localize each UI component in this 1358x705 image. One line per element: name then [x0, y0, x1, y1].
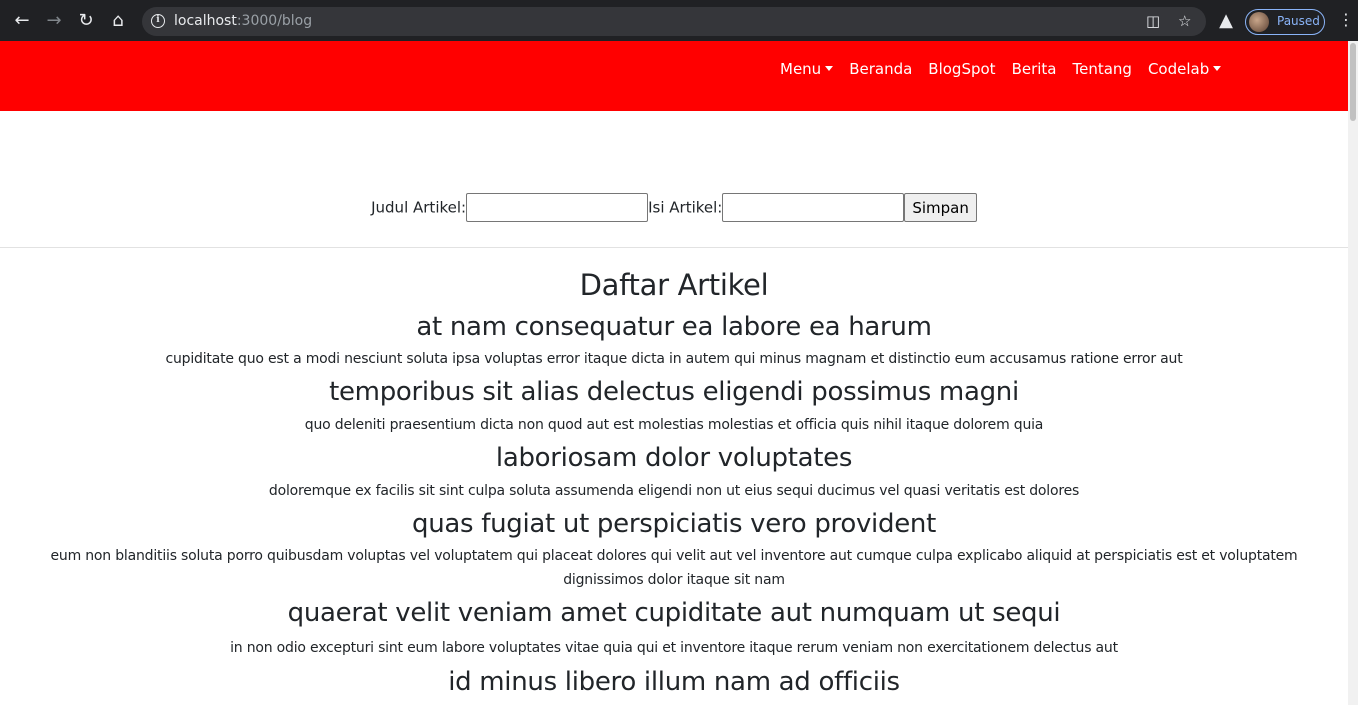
content-input[interactable] [722, 193, 905, 222]
title-input[interactable] [466, 193, 649, 222]
article-title: at nam consequatur ea labore ea harum [416, 312, 932, 342]
divider [0, 247, 1348, 248]
article-body: quo deleniti praesentium dicta non quod … [304, 417, 1044, 433]
nav-item-label: Codelab [1147, 60, 1210, 78]
url-path: :3000/blog [236, 13, 313, 29]
nav-links: Menu Beranda BlogSpot Berita Tentang Cod… [780, 60, 1237, 78]
site-navbar: Menu Beranda BlogSpot Berita Tentang Cod… [0, 41, 1348, 111]
content-label: Isi Artikel: [648, 198, 723, 217]
avatar [1249, 12, 1269, 32]
chevron-down-icon [1213, 66, 1222, 71]
page-scrollbar[interactable] [1348, 41, 1358, 705]
chevron-down-icon [825, 66, 834, 71]
nav-item-berita[interactable]: Berita [1012, 60, 1057, 78]
nav-item-blogspot[interactable]: BlogSpot [928, 60, 995, 78]
nav-item-label: Menu [780, 60, 822, 78]
nav-item-tentang[interactable]: Tentang [1073, 60, 1132, 78]
scrollbar-thumb[interactable] [1350, 43, 1356, 121]
article-body: cupiditate quo est a modi nesciunt solut… [165, 351, 1183, 367]
nav-item-beranda[interactable]: Beranda [849, 60, 912, 78]
bookmark-star-icon[interactable]: ☆ [1178, 12, 1191, 30]
home-icon[interactable]: ⌂ [106, 9, 130, 33]
nav-item-menu[interactable]: Menu [780, 60, 834, 78]
profile-status: Paused [1277, 14, 1320, 28]
title-label: Judul Artikel: [371, 198, 467, 217]
nav-item-codelab[interactable]: Codelab [1147, 60, 1222, 78]
back-arrow-icon[interactable]: ← [10, 9, 34, 33]
url-host: localhost [174, 13, 237, 29]
article-form: Judul Artikel: Isi Artikel: Simpan [0, 193, 1348, 222]
more-menu-icon[interactable]: ⋮ [1338, 11, 1354, 29]
address-bar[interactable]: i localhost:3000/blog ◫ ☆ [142, 7, 1206, 36]
article-title: temporibus sit alias delectus eligendi p… [329, 377, 1019, 407]
page-title: Daftar Artikel [579, 268, 769, 302]
article-title: id minus libero illum nam ad officiis [448, 667, 900, 697]
browser-toolbar: ← → ↻ ⌂ i localhost:3000/blog ◫ ☆ ▲ Paus… [0, 0, 1358, 41]
article-body: eum non blanditiis soluta porro quibusda… [50, 548, 1298, 588]
url-text[interactable]: localhost:3000/blog [174, 13, 312, 29]
forward-arrow-icon[interactable]: → [42, 9, 66, 33]
profile-button[interactable]: Paused [1245, 9, 1325, 35]
article-title: quaerat velit veniam amet cupiditate aut… [287, 598, 1061, 628]
article-list: Daftar Artikel at nam consequatur ea lab… [0, 262, 1348, 702]
article-title: laboriosam dolor voluptates [495, 443, 853, 473]
save-button[interactable]: Simpan [904, 193, 977, 222]
extensions-icon[interactable]: ▲ [1214, 9, 1238, 33]
reload-icon[interactable]: ↻ [74, 9, 98, 33]
article-body: doloremque ex facilis sit sint culpa sol… [268, 483, 1080, 499]
article-body: in non odio excepturi sint eum labore vo… [230, 640, 1118, 656]
article-title: quas fugiat ut perspiciatis vero provide… [412, 509, 936, 539]
site-info-icon[interactable]: i [151, 14, 165, 28]
translate-icon[interactable]: ◫ [1146, 12, 1160, 30]
